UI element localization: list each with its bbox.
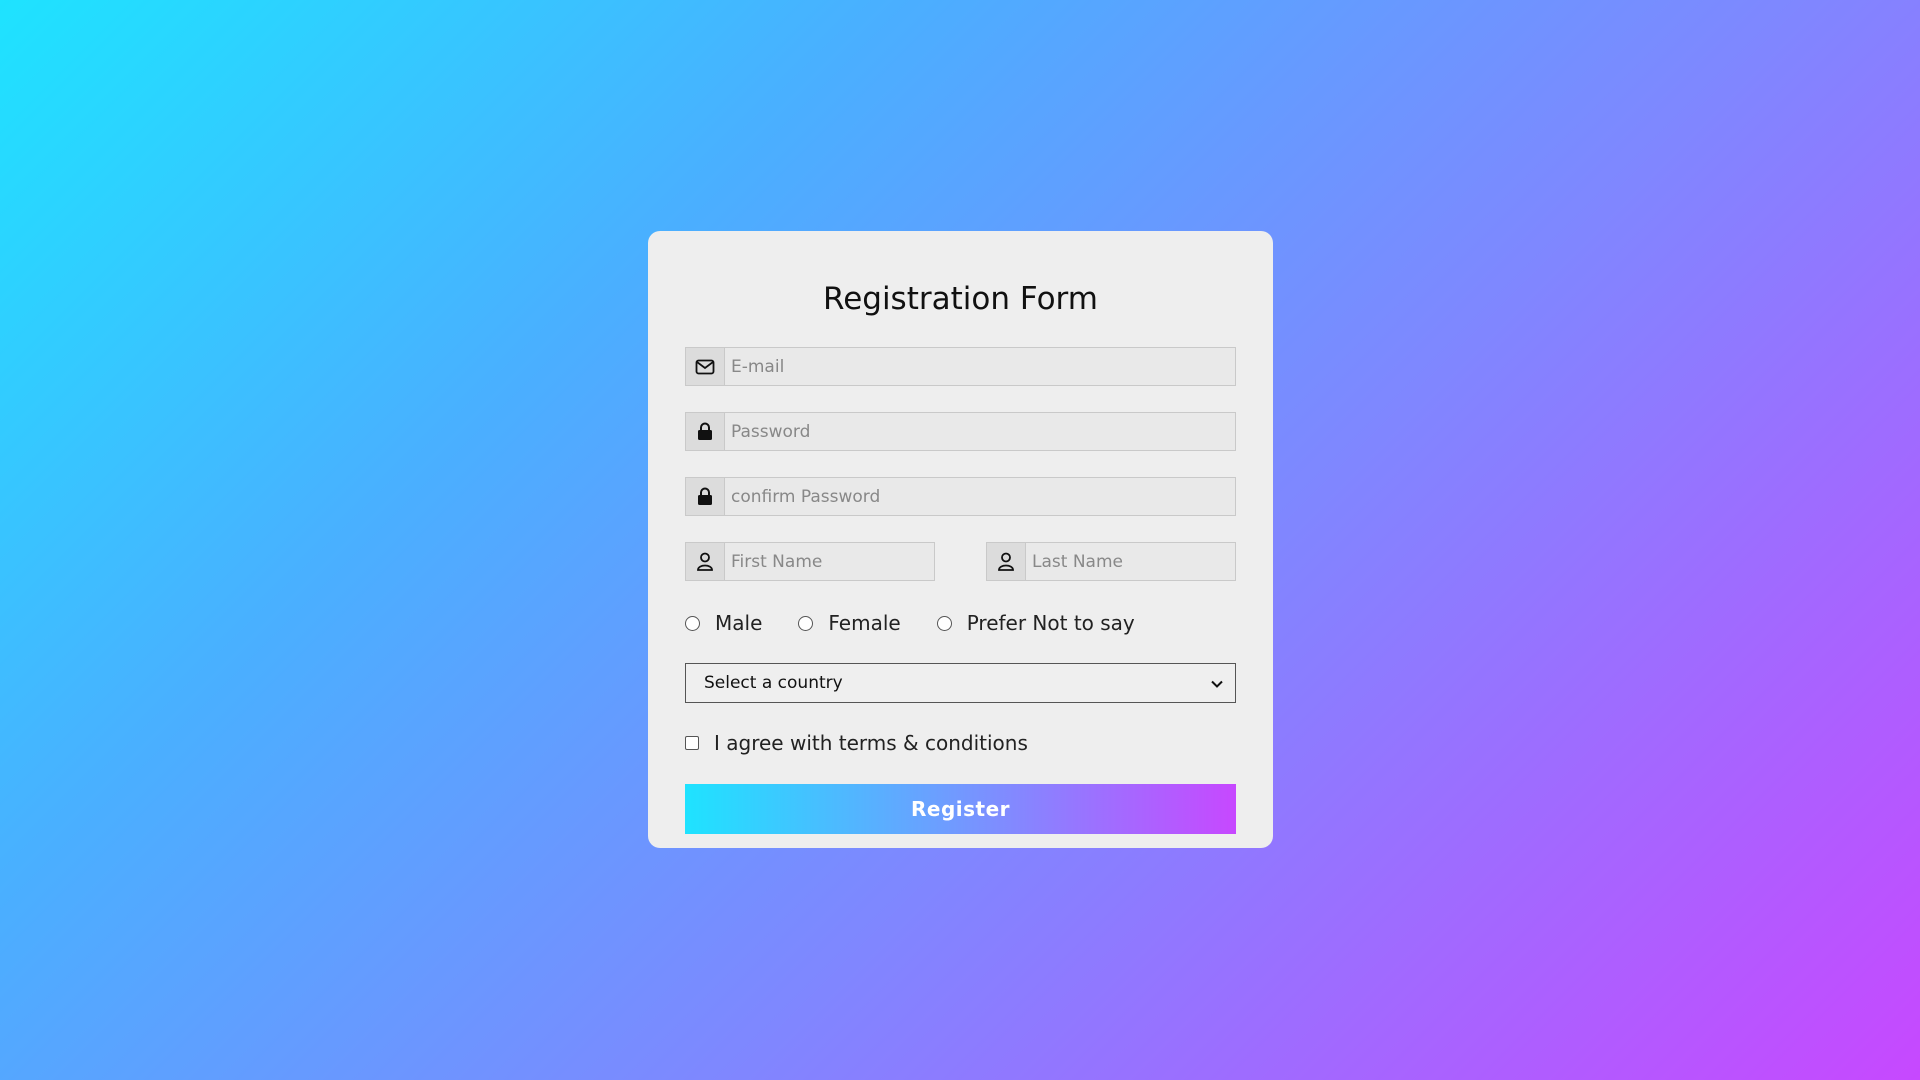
email-input[interactable] xyxy=(725,348,1235,385)
radio-male-label: Male xyxy=(715,611,763,635)
envelope-icon xyxy=(686,348,725,385)
password-field-group xyxy=(685,412,1236,451)
user-icon xyxy=(987,543,1026,580)
radio-female[interactable]: Female xyxy=(798,611,901,635)
radio-button[interactable] xyxy=(798,615,814,631)
terms-checkbox[interactable] xyxy=(685,736,699,750)
radio-prefer-not[interactable]: Prefer Not to say xyxy=(936,611,1135,635)
form-title: Registration Form xyxy=(823,281,1098,317)
lock-icon xyxy=(686,478,725,515)
user-icon xyxy=(686,543,725,580)
confirm-password-field-group xyxy=(685,477,1236,516)
country-select[interactable]: Select a country xyxy=(685,663,1236,703)
name-row xyxy=(685,542,1257,581)
first-name-field-group xyxy=(685,542,956,581)
terms-row: I agree with terms & conditions xyxy=(685,730,1236,756)
chevron-down-icon xyxy=(1211,673,1223,693)
registration-card: Registration Form E-mail First Name Last… xyxy=(648,231,1273,848)
country-select-value: Select a country xyxy=(704,673,843,693)
radio-male[interactable]: Male xyxy=(685,611,762,635)
first-name-input[interactable] xyxy=(725,543,956,580)
last-name-input[interactable] xyxy=(1026,543,1257,580)
password-input[interactable] xyxy=(725,413,1235,450)
confirm-password-input[interactable] xyxy=(725,478,1235,515)
radio-prefer-not-label: Prefer Not to say xyxy=(966,611,1135,635)
terms-label: I agree with terms & conditions xyxy=(714,731,1028,755)
radio-button[interactable] xyxy=(936,615,952,631)
email-field-group xyxy=(685,347,1236,386)
lock-icon xyxy=(686,413,725,450)
radio-button[interactable] xyxy=(685,615,700,631)
gender-radio-group: Male Female Prefer Not to say xyxy=(685,610,1236,636)
register-button[interactable]: Register xyxy=(685,784,1236,834)
last-name-field-group xyxy=(986,542,1257,581)
radio-female-label: Female xyxy=(828,611,901,635)
